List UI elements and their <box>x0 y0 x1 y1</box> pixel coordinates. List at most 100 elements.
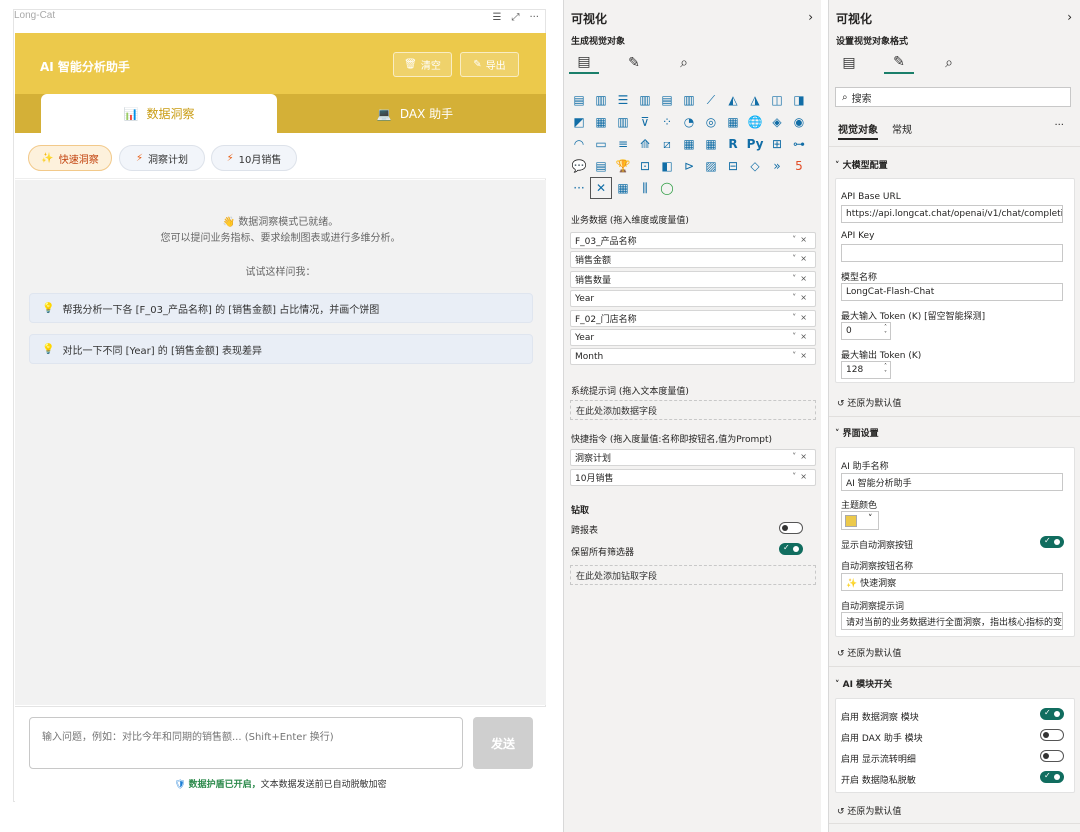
line-column-icon[interactable]: ◫ <box>766 89 788 111</box>
focus-mode-icon[interactable]: ⤢ <box>511 12 519 23</box>
donut-icon[interactable]: ◎ <box>700 111 722 133</box>
field-well-item[interactable]: 洞察计划 ˅× <box>570 449 816 466</box>
module-toggle[interactable] <box>1040 708 1064 720</box>
trophy-icon[interactable]: 🏆 <box>612 155 634 177</box>
analytics-tab-icon[interactable]: ⌕ <box>669 52 699 74</box>
remove-field-icon[interactable]: ˅× <box>792 452 811 461</box>
paginated-icon[interactable]: ⊡ <box>634 155 656 177</box>
format-search-box[interactable]: ⌕ 搜索 <box>835 87 1071 107</box>
image-icon[interactable]: ▨ <box>700 155 722 177</box>
export-button[interactable]: ✎ 导出 <box>460 52 519 77</box>
keep-filters-toggle[interactable] <box>779 543 803 555</box>
auto-insight-prompt-input[interactable]: 请对当前的业务数据进行全面洞察，指出核心指标的变 <box>841 612 1063 630</box>
field-well-item[interactable]: F_03_产品名称 ˅× <box>570 232 816 249</box>
api-base-input[interactable]: https://api.longcat.chat/openai/v1/chat/… <box>841 205 1063 223</box>
filter-icon[interactable]: ☰ <box>492 12 501 23</box>
remove-field-icon[interactable]: ˅× <box>792 472 811 481</box>
bar-100-icon[interactable]: ▤ <box>656 89 678 111</box>
model-name-input[interactable]: LongCat-Flash-Chat <box>841 283 1063 301</box>
field-well-item[interactable]: F_02_门店名称 ˅× <box>570 310 816 327</box>
table-icon[interactable]: ▦ <box>678 133 700 155</box>
more-visuals-icon[interactable]: ··· <box>568 177 590 199</box>
qa-icon[interactable]: 💬 <box>568 155 590 177</box>
custom-visual-selected-icon[interactable]: ✕ <box>590 177 612 199</box>
fields-tab-icon[interactable]: ▤ <box>834 52 864 74</box>
custom-visual-icon[interactable]: ▦ <box>612 177 634 199</box>
ui-section-header[interactable]: ˅ 界面设置 <box>835 426 879 439</box>
field-well-item[interactable]: Year ˅× <box>570 329 816 346</box>
auto-insight-name-input[interactable]: ✨ 快速洞察 <box>841 573 1063 591</box>
cross-report-toggle[interactable] <box>779 522 803 534</box>
stacked-bar-icon[interactable]: ▤ <box>568 89 590 111</box>
remove-field-icon[interactable]: ˅× <box>792 274 811 283</box>
line-chart-icon[interactable]: ⟋ <box>700 89 722 111</box>
analytics-tab-icon[interactable]: ⌕ <box>934 52 964 74</box>
treemap-icon[interactable]: ▦ <box>722 111 744 133</box>
field-well-item[interactable]: Year ˅× <box>570 290 816 307</box>
decomposition-tree-icon[interactable]: ⊶ <box>788 133 810 155</box>
more-options-icon[interactable]: ··· <box>1054 120 1064 131</box>
text-box-icon[interactable]: ⊟ <box>722 155 744 177</box>
stepper-arrows-icon[interactable]: ˄ ˅ <box>884 324 887 338</box>
more-options-icon[interactable]: ··· <box>529 12 539 23</box>
column-icon[interactable]: ▥ <box>612 111 634 133</box>
system-prompt-drop-zone[interactable]: 在此处添加数据字段 <box>570 400 816 420</box>
diamond-icon[interactable]: ◇ <box>744 155 766 177</box>
tab-dax-assistant[interactable]: 💻 DAX 助手 <box>305 94 525 133</box>
fields-tab-icon[interactable]: ▤ <box>569 52 599 74</box>
api-key-input[interactable] <box>841 244 1063 262</box>
reset-modules-button[interactable]: ↺ 还原为默认值 <box>837 804 901 817</box>
map-icon[interactable]: 🌐 <box>744 111 766 133</box>
custom-visual-icon[interactable]: ◯ <box>656 177 678 199</box>
field-well-item[interactable]: Month ˅× <box>570 348 816 365</box>
tab-visual[interactable]: 视觉对象 <box>838 121 878 140</box>
assistant-name-input[interactable]: AI 智能分析助手 <box>841 473 1063 491</box>
format-tab-icon[interactable]: ✎ <box>619 52 649 74</box>
stacked-area-icon[interactable]: ◮ <box>744 89 766 111</box>
narrative-icon[interactable]: ▤ <box>590 155 612 177</box>
azure-map-icon[interactable]: ◉ <box>788 111 810 133</box>
modules-section-header[interactable]: ˅ AI 模块开关 <box>835 677 892 690</box>
remove-field-icon[interactable]: ˅× <box>792 313 811 322</box>
ribbon-icon[interactable]: ◩ <box>568 111 590 133</box>
chevron-visual-icon[interactable]: » <box>766 155 788 177</box>
module-toggle[interactable] <box>1040 729 1064 741</box>
clear-button[interactable]: 🗑 清空 <box>393 52 452 77</box>
custom-visual-icon[interactable]: ⫼ <box>634 177 656 199</box>
max-output-token-stepper[interactable]: 128 ˄ ˅ <box>841 361 891 379</box>
chip-insight-plan[interactable]: ⚡ 洞察计划 <box>119 145 205 171</box>
show-auto-insight-toggle[interactable] <box>1040 536 1064 548</box>
stepper-arrows-icon[interactable]: ˄ ˅ <box>884 363 887 377</box>
clustered-column-icon[interactable]: ▥ <box>634 89 656 111</box>
html5-icon[interactable]: 5 <box>788 155 810 177</box>
drill-drop-zone[interactable]: 在此处添加钻取字段 <box>570 565 816 585</box>
funnel-icon[interactable]: ⊽ <box>634 111 656 133</box>
tab-general[interactable]: 常规 <box>892 121 912 136</box>
stacked-column-icon[interactable]: ▥ <box>590 89 612 111</box>
line-stacked-icon[interactable]: ◨ <box>788 89 810 111</box>
send-button[interactable]: 发送 <box>473 717 533 769</box>
suggestion-item[interactable]: 💡 对比一下不同 [Year] 的 [销售金额] 表现差异 <box>29 334 533 364</box>
area-chart-icon[interactable]: ◭ <box>722 89 744 111</box>
remove-field-icon[interactable]: ˅× <box>792 293 811 302</box>
kpi-icon[interactable]: ⟰ <box>634 133 656 155</box>
remove-field-icon[interactable]: ˅× <box>792 235 811 244</box>
field-well-item[interactable]: 销售金额 ˅× <box>570 251 816 268</box>
clustered-bar-icon[interactable]: ☰ <box>612 89 634 111</box>
reset-ui-button[interactable]: ↺ 还原为默认值 <box>837 646 901 659</box>
pie-icon[interactable]: ◔ <box>678 111 700 133</box>
power-automate-icon[interactable]: ⊳ <box>678 155 700 177</box>
max-input-token-stepper[interactable]: 0 ˄ ˅ <box>841 322 891 340</box>
power-apps-icon[interactable]: ◧ <box>656 155 678 177</box>
chip-quick-insight[interactable]: ✨ 快速洞察 <box>28 145 112 171</box>
tab-data-insight[interactable]: 📊 数据洞察 <box>41 94 277 133</box>
chevron-right-icon[interactable]: › <box>1067 10 1072 24</box>
key-influencers-icon[interactable]: ⊞ <box>766 133 788 155</box>
field-well-item[interactable]: 10月销售 ˅× <box>570 469 816 486</box>
remove-field-icon[interactable]: ˅× <box>792 351 811 360</box>
scatter-icon[interactable]: ⁘ <box>656 111 678 133</box>
column-100-icon[interactable]: ▥ <box>678 89 700 111</box>
waterfall-icon[interactable]: ▦ <box>590 111 612 133</box>
reset-llm-button[interactable]: ↺ 还原为默认值 <box>837 396 901 409</box>
multirow-card-icon[interactable]: ≡ <box>612 133 634 155</box>
